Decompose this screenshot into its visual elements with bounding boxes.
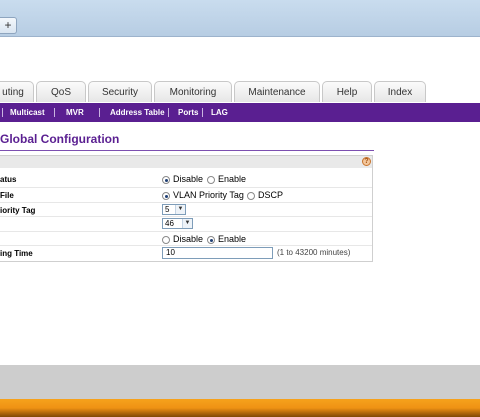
help-icon[interactable]: ?	[362, 157, 371, 166]
submenu-separator	[99, 108, 100, 117]
aging-time-range-hint: (1 to 43200 minutes)	[277, 248, 351, 257]
submenu-multicast[interactable]: Multicast	[10, 103, 45, 122]
vlan-priority-label: VLAN Priority Tag	[173, 190, 244, 200]
dscp-value-select[interactable]: 46 ▼	[162, 218, 193, 229]
submenu-ports[interactable]: Ports	[178, 103, 198, 122]
aging-time-input[interactable]: 10	[162, 247, 273, 259]
dscp-value: 46	[165, 219, 174, 228]
status-disable-label: Disable	[173, 174, 204, 184]
submenu-lag[interactable]: LAG	[211, 103, 228, 122]
submenu-mvr[interactable]: MVR	[66, 103, 84, 122]
new-tab-button[interactable]: +	[0, 17, 17, 34]
tab-security[interactable]: Security	[88, 81, 152, 102]
footer-bar	[0, 365, 480, 399]
vlan-priority-radio[interactable]	[162, 192, 170, 200]
mode-enable-label: Enable	[218, 234, 247, 244]
tab-routing[interactable]: uting	[0, 81, 34, 102]
submenu-separator	[168, 108, 169, 117]
main-tab-bar: uting QoS Security Monitoring Maintenanc…	[0, 81, 480, 103]
priority-tag-select[interactable]: 5 ▼	[162, 204, 186, 215]
tab-maintenance[interactable]: Maintenance	[234, 81, 320, 102]
mode-disable-label: Disable	[173, 234, 204, 244]
submenu-separator	[54, 108, 55, 117]
priority-tag-label: iority Tag	[0, 206, 36, 215]
mode-disable-radio[interactable]	[162, 236, 170, 244]
panel-header: ?	[0, 156, 372, 168]
global-config-panel: ? atus Disable Enable File VLAN Priority…	[0, 155, 373, 262]
row-divider	[0, 245, 372, 246]
dscp-radio[interactable]	[247, 192, 255, 200]
bottom-shadow	[0, 408, 480, 417]
priority-tag-value: 5	[165, 205, 170, 214]
trust-mode-label: File	[0, 191, 14, 200]
tab-help[interactable]: Help	[322, 81, 372, 102]
tab-qos[interactable]: QoS	[36, 81, 86, 102]
status-enable-label: Enable	[218, 174, 247, 184]
submenu-separator	[2, 108, 3, 117]
title-divider	[0, 150, 374, 151]
status-enable-radio[interactable]	[207, 176, 215, 184]
submenu-bar: Multicast MVR Address Table Ports LAG	[0, 103, 480, 122]
tab-monitoring[interactable]: Monitoring	[154, 81, 232, 102]
status-disable-radio[interactable]	[162, 176, 170, 184]
row-divider	[0, 231, 372, 232]
chevron-down-icon: ▼	[182, 219, 192, 228]
browser-tab-strip: +	[0, 0, 480, 37]
row-divider	[0, 202, 372, 203]
aging-time-label: ing Time	[0, 249, 33, 258]
chevron-down-icon: ▼	[175, 205, 185, 214]
row-divider	[0, 187, 372, 188]
page-title: Global Configuration	[0, 132, 120, 146]
submenu-separator	[202, 108, 203, 117]
submenu-address-table[interactable]: Address Table	[110, 103, 165, 122]
mode-enable-radio[interactable]	[207, 236, 215, 244]
status-label: atus	[0, 175, 17, 184]
dscp-label: DSCP	[258, 190, 284, 200]
row-divider	[0, 216, 372, 217]
tab-index[interactable]: Index	[374, 81, 426, 102]
